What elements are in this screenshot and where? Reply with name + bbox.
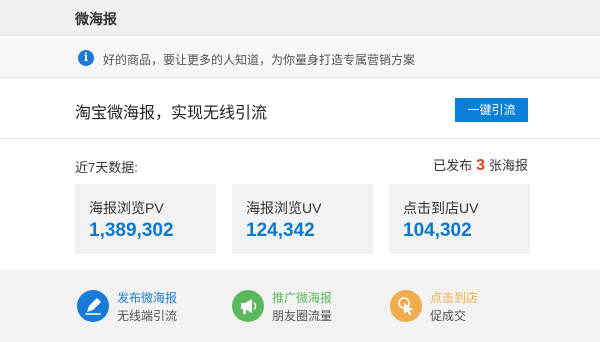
stat-label: 海报浏览UV [246, 200, 322, 216]
one-click-traffic-button[interactable]: 一键引流 [455, 98, 528, 122]
info-bar: i 好的商品，要让更多的人知道，为你量身打造专属营销方案 [0, 38, 600, 78]
feature-title: 发布微海报 [117, 291, 178, 305]
stat-card-pv: 海报浏览PV 1,389,302 [75, 184, 216, 254]
promo-title: 淘宝微海报，实现无线引流 [75, 105, 268, 122]
stats-period-label: 近7天数据: [75, 160, 138, 175]
published-count: 3 [476, 157, 485, 174]
published-count-text: 已发布 3 张海报 [433, 155, 528, 175]
feature-subtitle: 促成交 [430, 309, 467, 323]
stat-card-store-click-uv: 点击到店UV 104,302 [389, 184, 530, 254]
stat-card-uv: 海报浏览UV 124,342 [232, 184, 373, 254]
divider [0, 138, 600, 139]
stat-value: 1,389,302 [89, 220, 174, 241]
edit-pencil-icon [77, 290, 109, 322]
feature-subtitle: 无线端引流 [117, 309, 178, 323]
header-bar: 微海报 [0, 0, 600, 36]
stat-value: 104,302 [403, 220, 472, 241]
megaphone-icon [232, 290, 264, 322]
published-suffix: 张海报 [488, 158, 528, 173]
info-icon: i [78, 50, 94, 66]
cursor-click-icon [390, 290, 422, 322]
stat-value: 124,342 [246, 220, 315, 241]
page-title: 微海报 [75, 11, 117, 27]
feature-title: 点击到店 [430, 291, 479, 305]
stat-label: 点击到店UV [403, 200, 479, 216]
feature-title: 推广微海报 [272, 291, 333, 305]
published-prefix: 已发布 [433, 158, 473, 173]
feature-bar: 发布微海报 无线端引流 推广微海报 朋友圈流量 点击到店 促成交 [0, 270, 600, 342]
info-text: 好的商品，要让更多的人知道，为你量身打造专属营销方案 [103, 53, 416, 67]
feature-subtitle: 朋友圈流量 [272, 309, 333, 323]
stat-label: 海报浏览PV [89, 200, 164, 216]
